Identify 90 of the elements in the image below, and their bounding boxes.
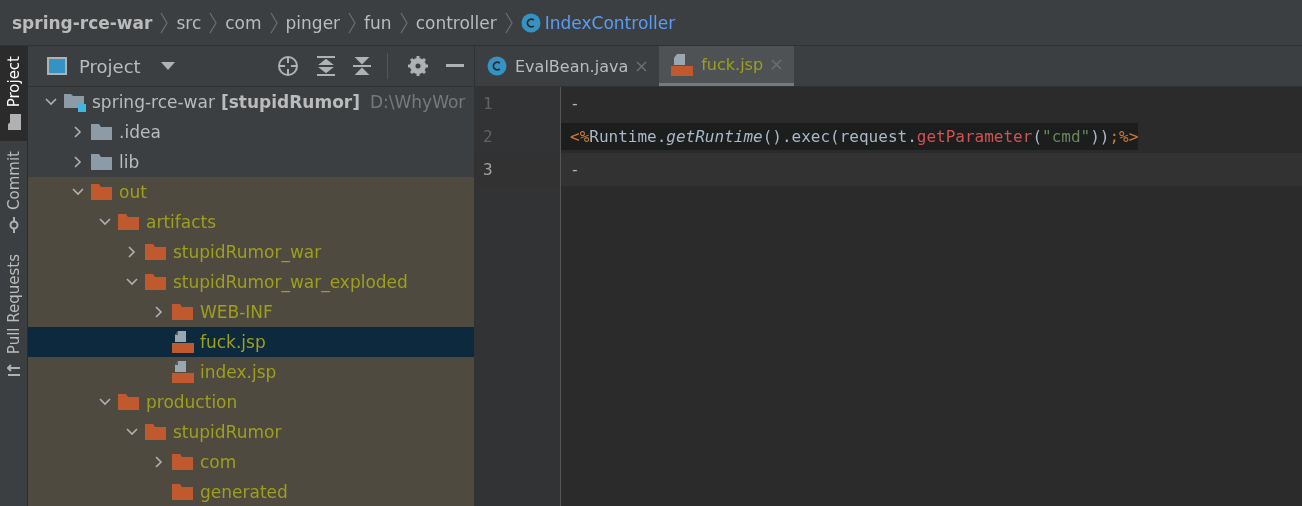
folder-icon: [118, 393, 140, 411]
folder-icon: [118, 213, 140, 231]
folder-icon: [91, 153, 113, 171]
tree-item[interactable]: stupidRumor: [28, 417, 474, 447]
tree-item[interactable]: generated: [28, 477, 474, 506]
tree-item[interactable]: stupidRumor_war_exploded: [28, 267, 474, 297]
breadcrumb[interactable]: fun: [364, 12, 392, 33]
tree-label: com: [200, 452, 237, 472]
chevron-down-icon[interactable]: [99, 398, 111, 406]
chevron-right-icon[interactable]: [74, 156, 82, 168]
class-icon: [487, 56, 507, 76]
chevron-down-icon[interactable]: [99, 218, 111, 226]
dropdown-caret-icon[interactable]: [160, 62, 175, 70]
side-tab[interactable]: Pull Requests: [0, 244, 27, 389]
tree-item[interactable]: stupidRumor_war: [28, 237, 474, 267]
pull-request-icon: [6, 361, 21, 378]
line-number: 3: [483, 160, 493, 179]
chevron-down-icon[interactable]: [126, 278, 138, 286]
tree-label: WEB-INF: [200, 302, 273, 322]
tree-item[interactable]: WEB-INF: [28, 297, 474, 327]
chevron-down-icon[interactable]: [126, 428, 138, 436]
panel-title[interactable]: Project: [79, 55, 141, 77]
module-folder-icon: [64, 92, 86, 112]
breadcrumb[interactable]: pinger: [285, 12, 341, 33]
tree-label: .idea: [119, 122, 161, 142]
settings-icon[interactable]: [408, 56, 428, 76]
chevron-separator-icon: [504, 11, 513, 34]
tree-label: fuck.jsp: [200, 332, 266, 352]
folder-icon: [145, 423, 167, 441]
locate-icon[interactable]: [277, 55, 299, 77]
breadcrumb[interactable]: controller: [415, 12, 497, 33]
tree-item[interactable]: index.jsp: [28, 357, 474, 387]
class-icon: [520, 12, 541, 33]
chevron-right-icon[interactable]: [155, 306, 163, 318]
close-icon[interactable]: [636, 60, 648, 72]
chevron-separator-icon: [269, 11, 278, 34]
editor-tab[interactable]: EvalBean.java: [475, 46, 660, 86]
tree-item[interactable]: out: [28, 177, 474, 207]
tree-label: generated: [200, 482, 288, 502]
project-path: D:\WhyWor: [369, 92, 466, 112]
jsp-file-icon: [172, 361, 194, 383]
chevron-right-icon[interactable]: [155, 456, 163, 468]
tree-label: artifacts: [146, 212, 217, 232]
folder-icon: [145, 273, 167, 291]
breadcrumb[interactable]: com: [225, 12, 262, 33]
tree-label: lib: [119, 152, 140, 172]
folder-icon: [91, 123, 113, 141]
tree-label: production: [146, 392, 238, 412]
code-line: -: [569, 159, 580, 181]
chevron-right-icon[interactable]: [128, 246, 136, 258]
tree-label: stupidRumor: [173, 422, 282, 442]
tree-item[interactable]: spring-rce-war [stupidRumor] D:\WhyWor: [28, 87, 474, 117]
folder-icon: [6, 114, 21, 131]
chevron-right-icon[interactable]: [74, 126, 82, 138]
breadcrumb[interactable]: src: [176, 12, 202, 33]
expand-all-icon[interactable]: [317, 56, 335, 76]
chevron-separator-icon: [160, 11, 169, 34]
module-name: [stupidRumor]: [220, 92, 360, 112]
tree-label: spring-rce-war: [92, 92, 215, 112]
folder-icon: [172, 453, 194, 471]
tree-item[interactable]: fuck.jsp: [28, 327, 474, 357]
tree-label: out: [119, 182, 147, 202]
jsp-file-icon: [671, 53, 694, 76]
tree-item[interactable]: artifacts: [28, 207, 474, 237]
breadcrumb[interactable]: spring-rce-war: [12, 12, 153, 33]
minimize-icon[interactable]: [446, 64, 464, 68]
breadcrumb[interactable]: IndexController: [544, 12, 676, 33]
folder-icon: [172, 303, 194, 321]
folder-icon: [172, 483, 194, 501]
chevron-separator-icon: [348, 11, 357, 34]
tree-item[interactable]: lib: [28, 147, 474, 177]
chevron-separator-icon: [209, 11, 218, 34]
jsp-file-icon: [172, 331, 194, 353]
tree-label: stupidRumor_war_exploded: [173, 272, 408, 292]
collapse-all-icon[interactable]: [353, 56, 371, 76]
side-tab[interactable]: Project: [0, 46, 27, 142]
folder-icon: [145, 243, 167, 261]
code-line: -: [569, 93, 580, 115]
tree-item[interactable]: production: [28, 387, 474, 417]
tree-label: stupidRumor_war: [173, 242, 322, 262]
side-tab[interactable]: Commit: [0, 141, 27, 245]
chevron-down-icon[interactable]: [72, 188, 84, 196]
tree-item[interactable]: com: [28, 447, 474, 477]
tree-item[interactable]: .idea: [28, 117, 474, 147]
editor-tab[interactable]: fuck.jsp: [659, 46, 795, 86]
chevron-separator-icon: [399, 11, 408, 34]
chevron-down-icon[interactable]: [45, 98, 57, 106]
folder-icon: [91, 183, 113, 201]
tree-label: index.jsp: [200, 362, 277, 382]
project-window-icon: [47, 57, 67, 75]
